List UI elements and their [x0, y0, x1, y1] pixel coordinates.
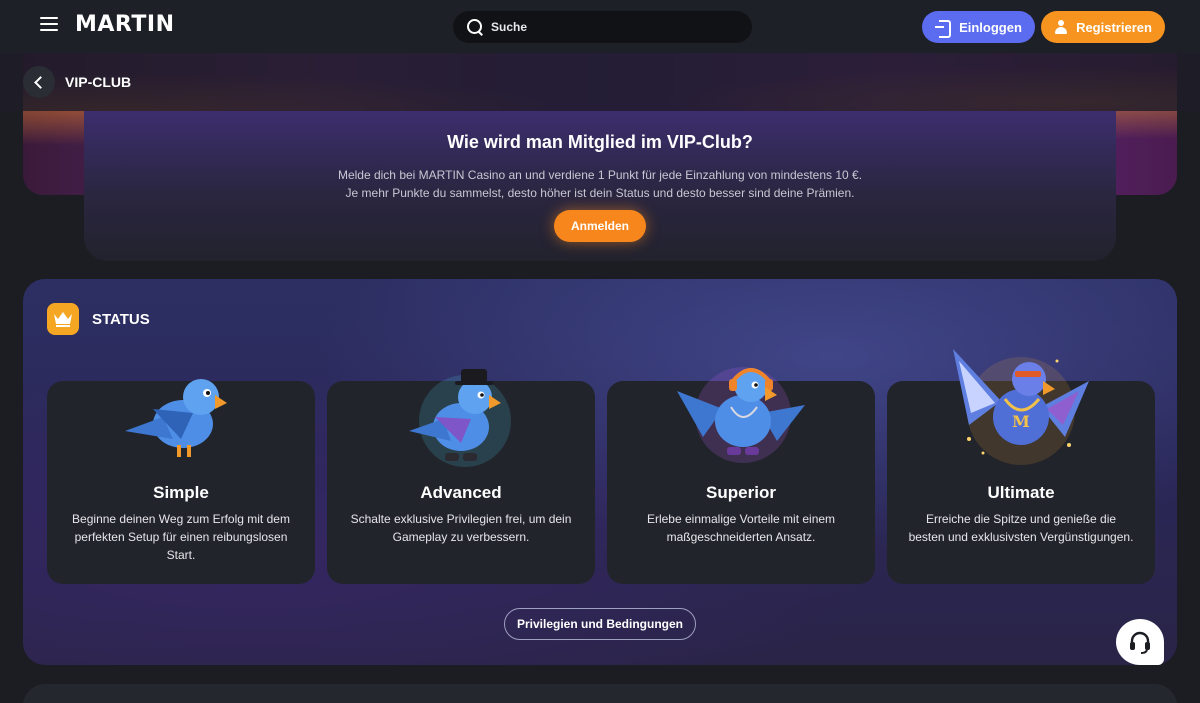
svg-text:M: M — [1012, 412, 1030, 431]
register-label: Registrieren — [1076, 19, 1152, 35]
search-input[interactable] — [491, 20, 731, 34]
top-header: MARTIN Einloggen Registrieren — [0, 0, 1200, 53]
tier-description-ultimate: Erreiche die Spitze und genieße die best… — [908, 512, 1134, 544]
tier-name-advanced: Advanced — [420, 483, 502, 502]
search-icon — [467, 19, 483, 35]
tier-card-simple[interactable]: Simple Beginne deinen Weg zum Erfolg mit… — [47, 379, 315, 584]
menu-icon[interactable] — [40, 17, 58, 33]
parrot-simple-icon — [125, 379, 227, 457]
tier-card-ultimate[interactable]: M Ultimate Erreiche die Spitze und genie… — [887, 349, 1155, 584]
login-label: Einloggen — [959, 19, 1022, 35]
join-line-1: Melde dich bei MARTIN Casino an und verd… — [337, 168, 863, 182]
register-button[interactable]: Registrieren — [1041, 11, 1165, 43]
tier-description-superior: Erlebe einmalige Vorteile mit einem maßg… — [646, 512, 836, 544]
page-title: VIP-CLUB — [65, 74, 132, 90]
logo-text: MARTIN — [75, 12, 175, 37]
next-section-card — [23, 684, 1177, 703]
support-chat-button[interactable] — [1116, 619, 1164, 665]
join-description: Melde dich bei MARTIN Casino an und verd… — [84, 166, 1116, 202]
tier-description-simple: Beginne deinen Weg zum Erfolg mit dem pe… — [72, 512, 290, 562]
back-button[interactable] — [23, 66, 55, 98]
login-button[interactable]: Einloggen — [922, 11, 1035, 43]
tier-name-superior: Superior — [706, 483, 776, 502]
logo[interactable]: MARTIN — [75, 12, 174, 37]
join-line-2: Je mehr Punkte du sammelst, desto höher … — [345, 186, 855, 200]
join-title: Wie wird man Mitglied im VIP-Club? — [447, 132, 753, 152]
user-icon — [1054, 20, 1068, 34]
parrot-ultimate-icon: M — [953, 349, 1089, 465]
status-header: STATUS — [47, 303, 150, 335]
headset-icon — [1130, 631, 1150, 654]
tier-card-advanced[interactable]: Advanced Schalte exklusive Privilegien f… — [327, 369, 595, 584]
privileges-button[interactable]: Privilegien und Bedingungen — [504, 608, 696, 640]
signup-button[interactable]: Anmelden — [554, 210, 646, 242]
login-icon — [935, 20, 952, 38]
parrot-superior-icon — [677, 367, 805, 463]
status-title: STATUS — [92, 310, 150, 328]
breadcrumb: VIP-CLUB — [0, 53, 1200, 111]
tier-card-superior[interactable]: Superior Erlebe einmalige Vorteile mit e… — [607, 367, 875, 584]
join-card: Wie wird man Mitglied im VIP-Club? Melde… — [84, 111, 1116, 261]
status-section: STATUS Simple Beginne deinen Weg zum Erf… — [23, 279, 1177, 665]
tier-name-simple: Simple — [153, 483, 209, 502]
parrot-advanced-icon — [409, 369, 511, 467]
crown-icon — [47, 303, 79, 335]
search-bar[interactable] — [453, 11, 752, 43]
tier-name-ultimate: Ultimate — [987, 483, 1055, 502]
tier-description-advanced: Schalte exklusive Privilegien frei, um d… — [350, 512, 572, 544]
